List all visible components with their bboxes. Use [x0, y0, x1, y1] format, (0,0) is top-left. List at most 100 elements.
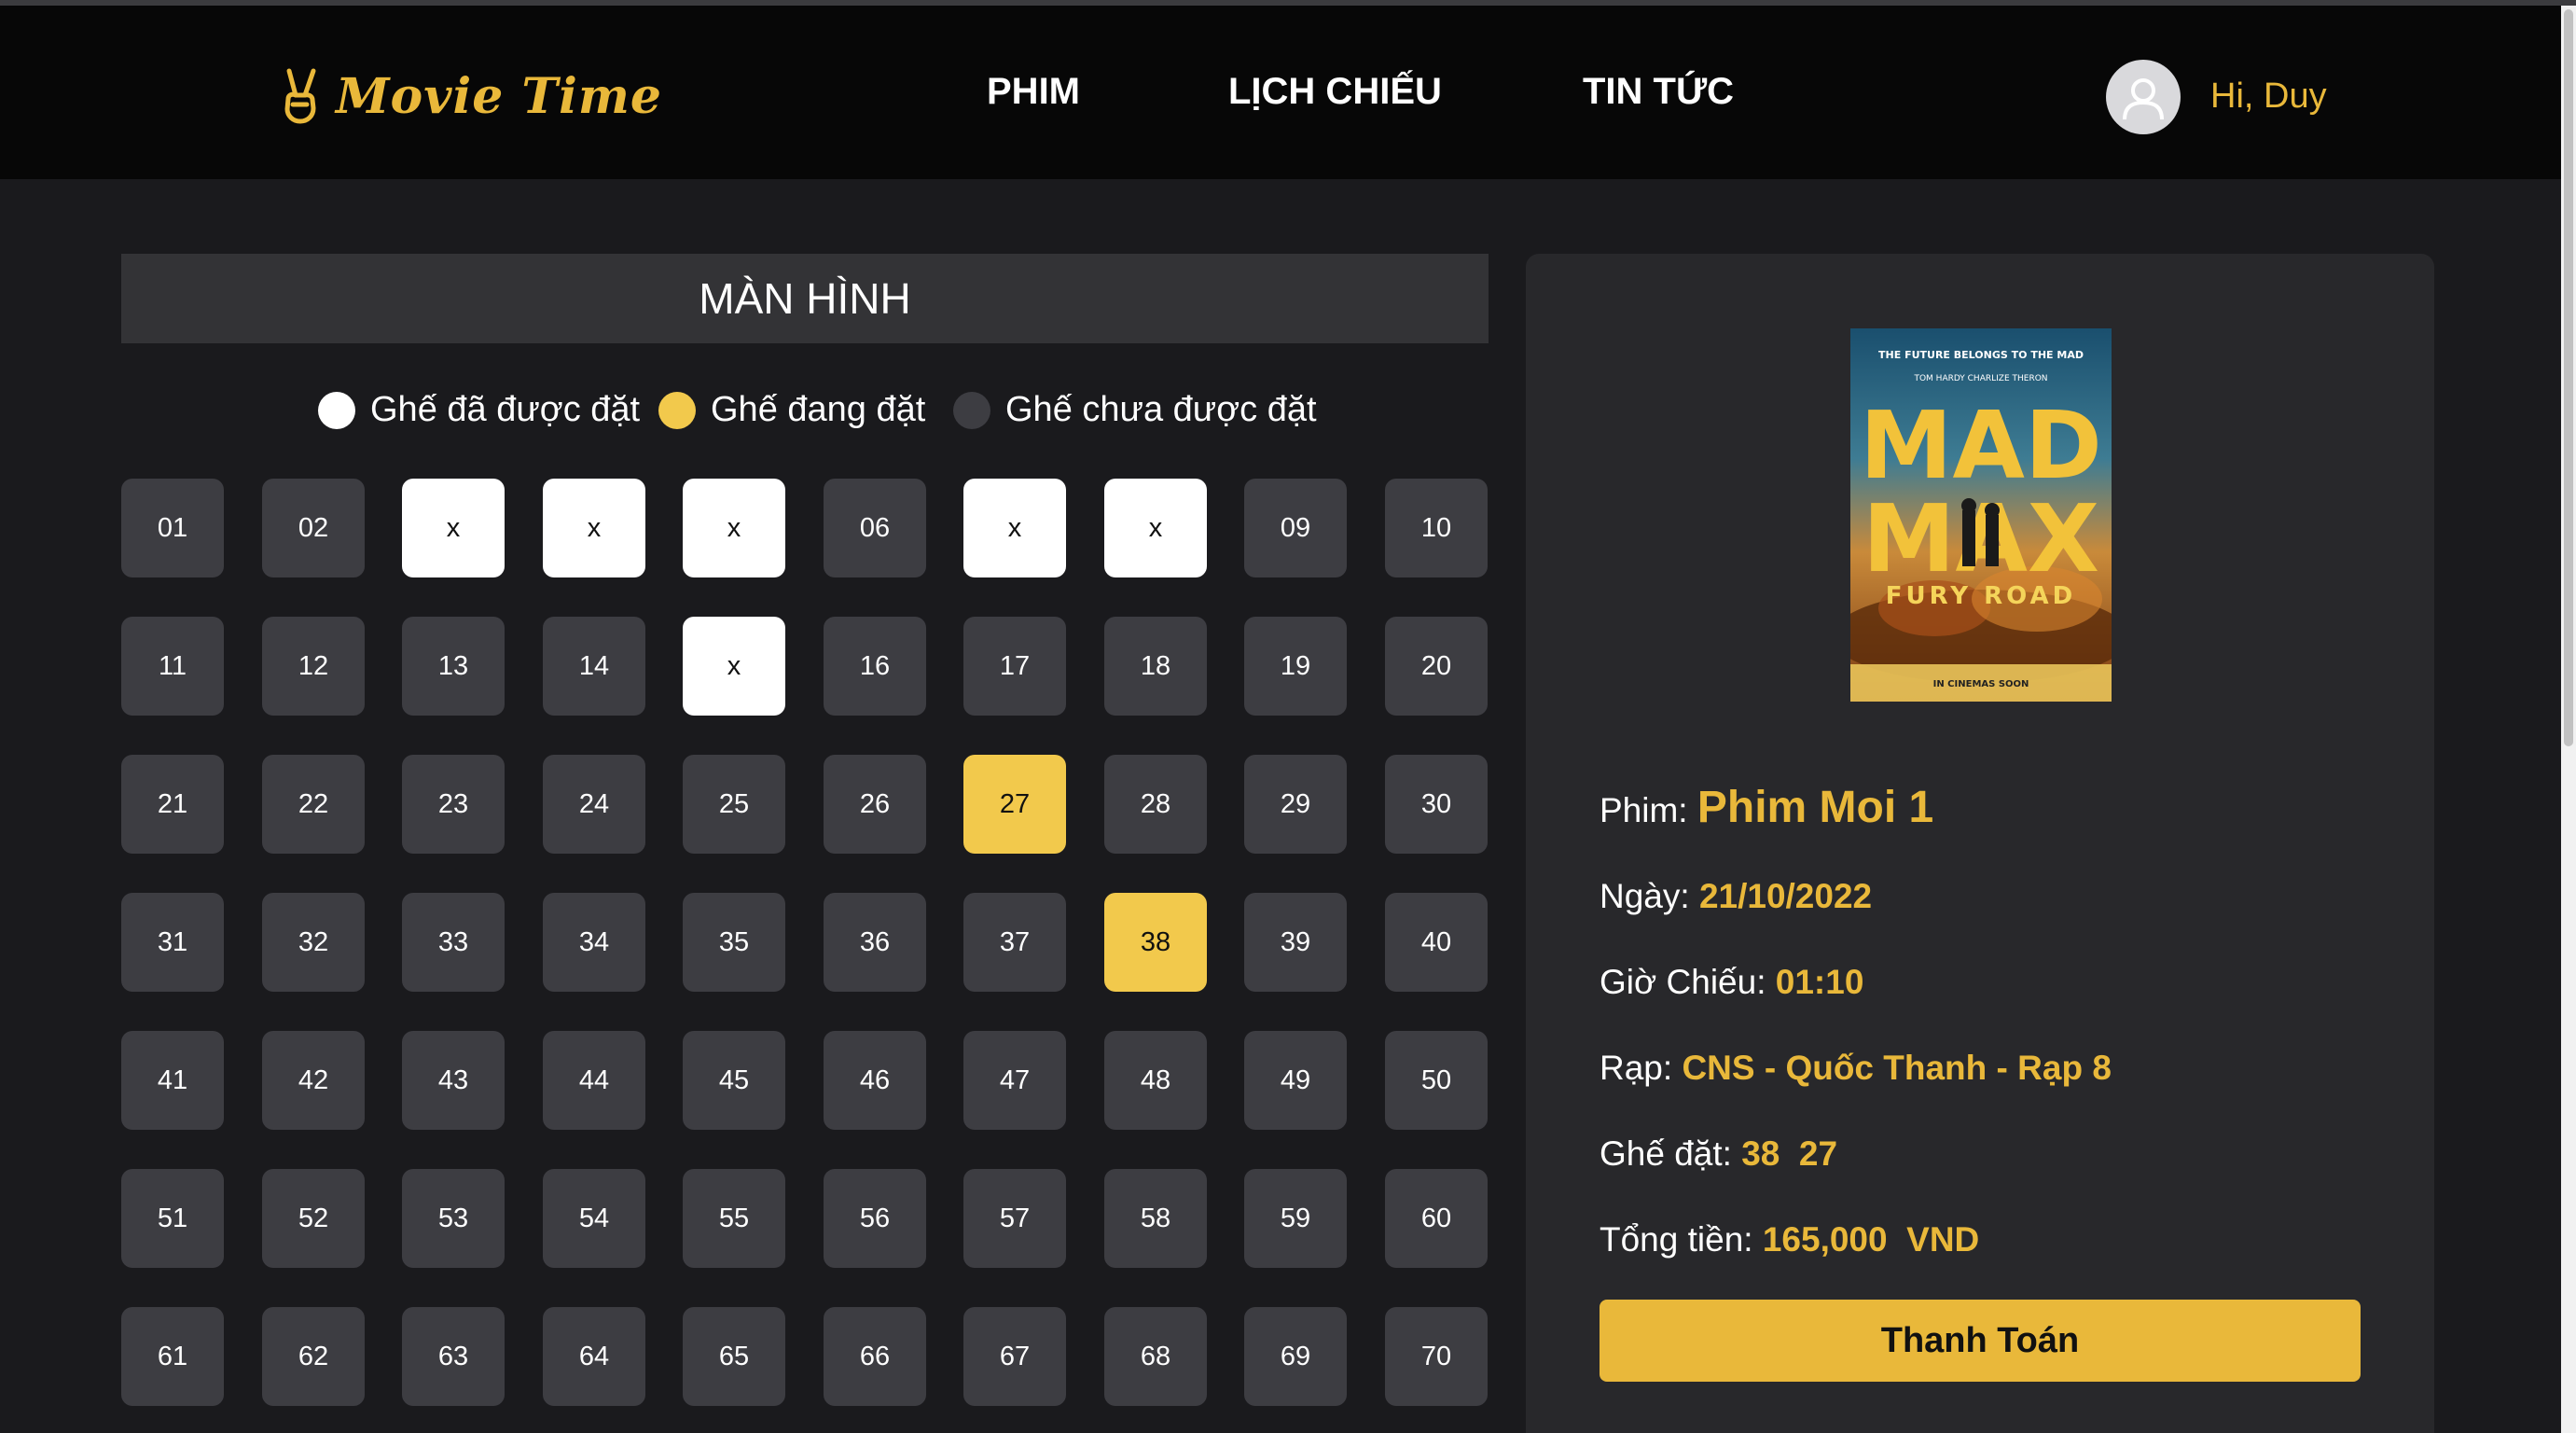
seat-available[interactable]: 11 — [121, 617, 224, 716]
seat-available[interactable]: 14 — [543, 617, 645, 716]
seat-available[interactable]: 10 — [1385, 479, 1488, 577]
booking-page: Movie Time PHIM LỊCH CHIẾU TIN TỨC Hi, D… — [0, 0, 2576, 1433]
seat-available[interactable]: 51 — [121, 1169, 224, 1268]
seat-available[interactable]: 62 — [262, 1307, 365, 1406]
seat-available[interactable]: 43 — [402, 1031, 505, 1130]
seat-available[interactable]: 01 — [121, 479, 224, 577]
info-total-value: 165,000 VND — [1762, 1220, 1980, 1259]
seat-available[interactable]: 50 — [1385, 1031, 1488, 1130]
seat-available[interactable]: 58 — [1104, 1169, 1207, 1268]
seat-booked[interactable]: x — [683, 617, 785, 716]
poster-actors: TOM HARDY CHARLIZE THERON — [1913, 374, 2047, 383]
info-seats: Ghế đặt: 38 27 — [1600, 1134, 1837, 1174]
legend-available-label: Ghế chưa được đặt — [1005, 390, 1317, 429]
seat-available[interactable]: 67 — [963, 1307, 1066, 1406]
seat-booked[interactable]: x — [1104, 479, 1207, 577]
logo-link[interactable]: Movie Time — [280, 63, 662, 129]
nav-item-lich-chieu[interactable]: LỊCH CHIẾU — [1228, 71, 1442, 113]
seat-available[interactable]: 64 — [543, 1307, 645, 1406]
seat-available[interactable]: 36 — [824, 893, 926, 992]
seat-available[interactable]: 44 — [543, 1031, 645, 1130]
seat-available[interactable]: 30 — [1385, 755, 1488, 854]
seat-booked[interactable]: x — [402, 479, 505, 577]
scrollbar-thumb[interactable] — [2564, 9, 2573, 746]
seat-available[interactable]: 25 — [683, 755, 785, 854]
seat-available[interactable]: 55 — [683, 1169, 785, 1268]
seat-available[interactable]: 68 — [1104, 1307, 1207, 1406]
seat-available[interactable]: 69 — [1244, 1307, 1347, 1406]
seat-available[interactable]: 28 — [1104, 755, 1207, 854]
info-movie: Phim: Phim Moi 1 — [1600, 782, 1933, 833]
seat-available[interactable]: 41 — [121, 1031, 224, 1130]
seat-available[interactable]: 12 — [262, 617, 365, 716]
seat-available[interactable]: 59 — [1244, 1169, 1347, 1268]
user-greeting[interactable]: Hi, Duy — [2210, 77, 2327, 117]
seat-available[interactable]: 63 — [402, 1307, 505, 1406]
seat-available[interactable]: 33 — [402, 893, 505, 992]
seat-available[interactable]: 39 — [1244, 893, 1347, 992]
seat-available[interactable]: 09 — [1244, 479, 1347, 577]
seat-available[interactable]: 37 — [963, 893, 1066, 992]
nav-item-tin-tuc[interactable]: TIN TỨC — [1583, 71, 1734, 113]
legend-available-dot — [953, 391, 990, 429]
info-seats-label: Ghế đặt: — [1600, 1134, 1732, 1173]
screen-label: MÀN HÌNH — [699, 274, 911, 323]
seat-selecting[interactable]: 27 — [963, 755, 1066, 854]
screen-indicator: MÀN HÌNH — [121, 254, 1489, 343]
seat-available[interactable]: 54 — [543, 1169, 645, 1268]
seat-available[interactable]: 46 — [824, 1031, 926, 1130]
seat-booked[interactable]: x — [543, 479, 645, 577]
seat-available[interactable]: 06 — [824, 479, 926, 577]
nav-item-phim[interactable]: PHIM — [987, 71, 1080, 113]
seat-booked[interactable]: x — [963, 479, 1066, 577]
poster-subtitle: FURY ROAD — [1886, 582, 2076, 610]
seat-available[interactable]: 13 — [402, 617, 505, 716]
info-time: Giờ Chiếu: 01:10 — [1600, 963, 1863, 1002]
user-avatar[interactable] — [2106, 60, 2181, 134]
seat-available[interactable]: 34 — [543, 893, 645, 992]
seat-available[interactable]: 35 — [683, 893, 785, 992]
seat-available[interactable]: 23 — [402, 755, 505, 854]
seat-available[interactable]: 21 — [121, 755, 224, 854]
seat-available[interactable]: 22 — [262, 755, 365, 854]
seat-available[interactable]: 70 — [1385, 1307, 1488, 1406]
seat-available[interactable]: 48 — [1104, 1031, 1207, 1130]
seat-available[interactable]: 53 — [402, 1169, 505, 1268]
seat-available[interactable]: 65 — [683, 1307, 785, 1406]
seat-available[interactable]: 20 — [1385, 617, 1488, 716]
seat-available[interactable]: 61 — [121, 1307, 224, 1406]
seat-available[interactable]: 18 — [1104, 617, 1207, 716]
seat-available[interactable]: 60 — [1385, 1169, 1488, 1268]
legend-booked-label: Ghế đã được đặt — [370, 390, 641, 429]
seat-available[interactable]: 47 — [963, 1031, 1066, 1130]
seat-available[interactable]: 49 — [1244, 1031, 1347, 1130]
checkout-button[interactable]: Thanh Toán — [1600, 1300, 2361, 1382]
seat-available[interactable]: 24 — [543, 755, 645, 854]
seat-available[interactable]: 57 — [963, 1169, 1066, 1268]
seat-available[interactable]: 26 — [824, 755, 926, 854]
info-date-value: 21/10/2022 — [1698, 877, 1873, 915]
seat-available[interactable]: 31 — [121, 893, 224, 992]
info-cinema-label: Rạp: — [1600, 1049, 1673, 1087]
seat-booked[interactable]: x — [683, 479, 785, 577]
info-total: Tổng tiền: 165,000 VND — [1600, 1220, 1979, 1259]
seat-available[interactable]: 45 — [683, 1031, 785, 1130]
seat-available[interactable]: 02 — [262, 479, 365, 577]
logo-text: Movie Time — [336, 67, 662, 125]
legend-booked-dot — [318, 391, 355, 429]
poster-title-line2: MAX — [1863, 484, 2099, 593]
legend-selecting-dot — [658, 391, 696, 429]
seat-available[interactable]: 19 — [1244, 617, 1347, 716]
seat-available[interactable]: 16 — [824, 617, 926, 716]
seat-available[interactable]: 52 — [262, 1169, 365, 1268]
info-date-label: Ngày: — [1600, 877, 1690, 915]
seat-available[interactable]: 56 — [824, 1169, 926, 1268]
seat-available[interactable]: 29 — [1244, 755, 1347, 854]
seat-available[interactable]: 66 — [824, 1307, 926, 1406]
seat-available[interactable]: 32 — [262, 893, 365, 992]
legend-selecting: Ghế đang đặt — [658, 390, 925, 430]
seat-available[interactable]: 42 — [262, 1031, 365, 1130]
seat-available[interactable]: 40 — [1385, 893, 1488, 992]
seat-available[interactable]: 17 — [963, 617, 1066, 716]
seat-selecting[interactable]: 38 — [1104, 893, 1207, 992]
